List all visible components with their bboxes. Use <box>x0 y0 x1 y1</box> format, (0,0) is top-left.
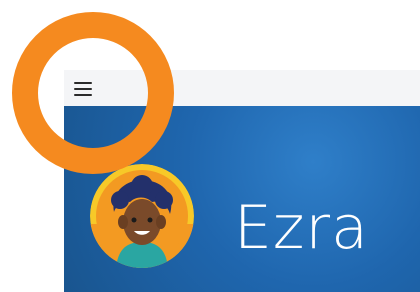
hamburger-line <box>74 88 92 90</box>
avatar <box>90 164 194 268</box>
hamburger-menu-icon[interactable] <box>74 82 94 96</box>
hamburger-line <box>74 82 92 84</box>
top-bar <box>64 70 420 106</box>
hero-banner: Ezra <box>64 106 420 292</box>
brand-name: Ezra <box>234 193 369 263</box>
app-window: Ezra <box>64 70 420 292</box>
child-avatar-icon <box>90 164 194 268</box>
hamburger-line <box>74 94 92 96</box>
